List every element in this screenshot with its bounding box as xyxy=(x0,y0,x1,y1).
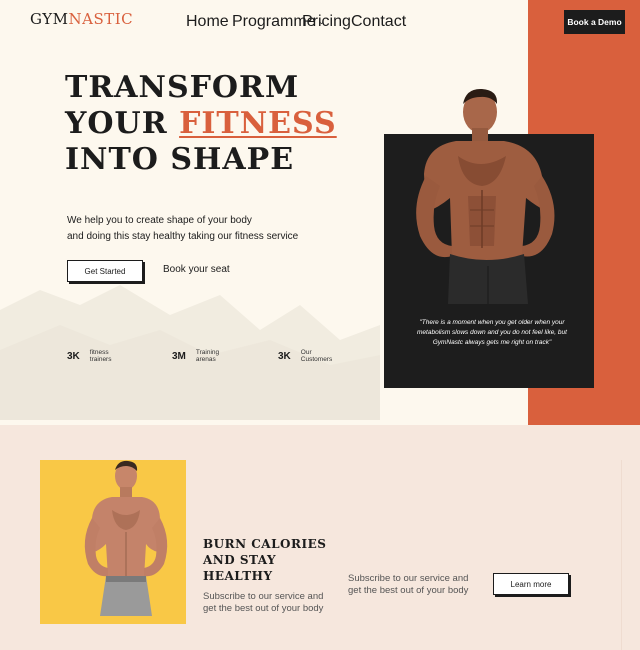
hero-title-accent: FITNESS xyxy=(179,106,337,141)
stat-customers: 3K Our Customers xyxy=(278,349,341,365)
promo-side-text-line-2: get the best out of your body xyxy=(348,585,469,596)
stat-training-arenas: 3M Training arenas xyxy=(172,349,236,365)
athlete-image xyxy=(416,88,555,304)
hero-description: We help you to create shape of your body… xyxy=(67,213,298,245)
promo-subtitle-line-2: get the best out of your body xyxy=(203,603,324,614)
stat-value: 3M xyxy=(172,351,186,362)
logo-part-2: NASTIC xyxy=(68,10,134,28)
hero-description-line-1: We help you to create shape of your body xyxy=(67,215,252,226)
stat-label: fitness trainers xyxy=(89,349,112,363)
book-demo-button[interactable]: Book a Demo xyxy=(564,10,625,34)
get-started-button[interactable]: Get Started xyxy=(67,260,143,282)
stat-value: 3K xyxy=(278,351,291,362)
stat-fitness-trainers: 3K fitness trainers xyxy=(67,349,130,365)
promo-image-card xyxy=(40,460,186,624)
logo[interactable]: GYMNASTIC xyxy=(30,10,133,28)
stat-label: Our Customers xyxy=(300,349,333,363)
book-seat-link[interactable]: Book your seat xyxy=(163,264,230,275)
stat-label: Training arenas xyxy=(195,349,220,363)
promo-subtitle: Subscribe to our service and get the bes… xyxy=(203,591,323,615)
hero-description-line-2: and doing this stay healthy taking our f… xyxy=(67,231,299,242)
promo-title-line-1: BURN CALORIES xyxy=(203,537,327,551)
logo-part-1: GYM xyxy=(30,10,69,28)
hero-title: TRANSFORM YOUR FITNESS INTO SHAPE xyxy=(65,70,337,178)
promo-subtitle-line-1: Subscribe to our service and xyxy=(203,591,324,602)
testimonial-quote: "There is a moment when you get older wh… xyxy=(417,319,567,346)
learn-more-button[interactable]: Learn more xyxy=(493,573,569,595)
promo-side-text: Subscribe to our service and get the bes… xyxy=(348,573,468,597)
promo-title-line-3: HEALTHY xyxy=(203,569,273,583)
nav-item-home[interactable]: Home xyxy=(186,13,229,31)
stat-value: 3K xyxy=(67,351,80,362)
promo-title: BURN CALORIES AND STAY HEALTHY xyxy=(203,536,326,584)
hero-title-line-2-prefix: YOUR xyxy=(65,106,180,141)
landing-page: GYMNASTIC Home Programme ⌄ Pricing Contac… xyxy=(0,0,640,650)
athlete-promo-image xyxy=(84,460,168,616)
section-divider xyxy=(621,460,622,650)
hero-title-line-3: INTO SHAPE xyxy=(65,142,295,177)
hero-title-line-1: TRANSFORM xyxy=(65,70,300,105)
nav-item-pricing[interactable]: Pricing xyxy=(302,13,351,31)
mountain-backdrop xyxy=(0,285,380,420)
promo-side-text-line-1: Subscribe to our service and xyxy=(348,573,469,584)
promo-title-line-2: AND STAY xyxy=(203,553,277,567)
nav-item-contact[interactable]: Contact xyxy=(351,13,406,31)
